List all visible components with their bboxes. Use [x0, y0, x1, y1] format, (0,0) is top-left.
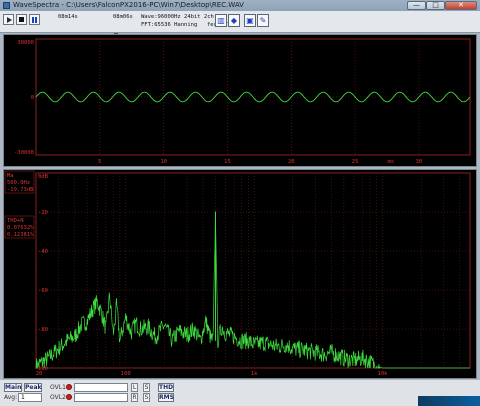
scope-y-tick-label: 0 — [31, 95, 34, 101]
ovl2-label: OVL2 — [50, 394, 66, 401]
readout-level: -19.73dB — [7, 187, 34, 193]
app-icon — [3, 2, 10, 9]
spectrum-x-tick-label: 1k — [251, 371, 258, 377]
title-bar: WaveSpectra - C:\Users\FalconPX2016-PC\W… — [0, 0, 480, 11]
oscilloscope-panel: 30000 0 -30000 5 10 15 20 25 ms 30 — [3, 34, 477, 167]
s2-button[interactable]: S — [143, 393, 150, 402]
scope-x-tick-label: 15 — [224, 159, 231, 165]
play-button[interactable] — [3, 14, 14, 25]
spectrum-x-tick-label: 100 — [121, 371, 131, 377]
spectrum-y-tick-label: -60 — [38, 288, 48, 294]
spectrum-y-tick-label: -80 — [38, 327, 48, 333]
avg-label: Avg: — [4, 394, 18, 401]
scope-icon[interactable]: ◆ — [228, 14, 240, 27]
thd-label: THD+N — [7, 218, 24, 224]
total-time: 08m06s — [113, 14, 133, 20]
spectrum-line — [35, 213, 470, 370]
ovl1-indicator — [66, 384, 72, 390]
scope-x-tick-label: 10 — [160, 159, 167, 165]
spectrum-y-tick-label: -20 — [38, 210, 48, 216]
r-button[interactable]: R — [131, 393, 138, 402]
spectrum-icon[interactable]: ▥ — [215, 14, 227, 27]
fft-info: FFT:65536 Hanning — [141, 22, 198, 28]
ovl2-indicator — [66, 394, 72, 400]
scope-x-tick-label: 5 — [98, 159, 101, 165]
ovl1-label: OVL1 — [50, 384, 66, 391]
thd-left-value: 0.07632% — [7, 225, 34, 231]
play-icon — [7, 17, 12, 23]
spectrum-frame — [35, 172, 471, 369]
spectrum-chart: 0dB-20-40-60-80-10020 100 1k 10kMa500.0Hz-1… — [4, 170, 471, 377]
scope-y-tick-label: -30000 — [14, 150, 34, 156]
settings-icon[interactable]: ▣ — [244, 14, 256, 27]
spectrum-panel: 0dB -20 -40 -60 -80 -100 20 100 1k 10k Ma 500.0Hz -1… — [3, 169, 477, 379]
wave-info: Wave:96000Hz 24bit 2ch — [141, 14, 214, 20]
thd-right-value: 0.12381% — [7, 232, 34, 238]
scope-y-tick-label: 30000 — [17, 40, 34, 46]
rms-button[interactable]: RMS — [158, 393, 174, 402]
wrench-icon[interactable]: ✎ — [257, 14, 269, 27]
scope-x-tick-label: 25 — [352, 159, 359, 165]
spectrum-db-label: 0dB — [38, 174, 49, 180]
stop-icon — [19, 17, 24, 22]
readout-label: Ma — [7, 173, 14, 179]
l-button[interactable]: L — [131, 383, 138, 392]
spectrum-x-tick-label: 20 — [36, 371, 43, 377]
minimize-button[interactable]: — — [407, 1, 426, 10]
pause-icon — [32, 17, 37, 23]
avg-select[interactable]: 1 — [18, 393, 42, 402]
bottom-bar: Main Peak Avg: 1 OVL1 L S OVL2 R S THD R… — [0, 380, 480, 406]
app-window: WaveSpectra - C:\Users\FalconPX2016-PC\W… — [0, 0, 480, 406]
scope-x-tick-label: ms — [388, 159, 395, 165]
spectrum-x-tick-label: 10k — [378, 371, 389, 377]
pause-button[interactable] — [29, 14, 40, 25]
elapsed-time: 08m14s — [58, 14, 78, 20]
window-title: WaveSpectra - C:\Users\FalconPX2016-PC\W… — [13, 1, 244, 9]
waveform-line — [35, 91, 471, 103]
readout-frequency: 500.0Hz — [7, 180, 30, 186]
main-button[interactable]: Main — [4, 383, 22, 392]
close-button[interactable]: ✕ — [445, 1, 477, 10]
peak-button[interactable]: Peak — [24, 383, 42, 392]
level-meter-r — [74, 393, 128, 402]
taskbar-corner — [418, 396, 480, 406]
stop-button[interactable] — [16, 14, 27, 25]
scope-x-tick-label: 30 — [416, 159, 423, 165]
scope-x-tick-label: 20 — [288, 159, 295, 165]
level-meter-l — [74, 383, 128, 392]
waveform-chart: 30000 0 -30000 5 10 15 20 25 ms 30 — [14, 38, 471, 165]
thd-button[interactable]: THD — [158, 383, 174, 392]
spectrum-y-tick-label: -40 — [38, 249, 48, 255]
toolbar: 08m14s 08m06s Wave:96000Hz 24bit 2ch FFT… — [0, 11, 480, 42]
s-button[interactable]: S — [143, 383, 150, 392]
maximize-button[interactable]: □ — [426, 1, 445, 10]
